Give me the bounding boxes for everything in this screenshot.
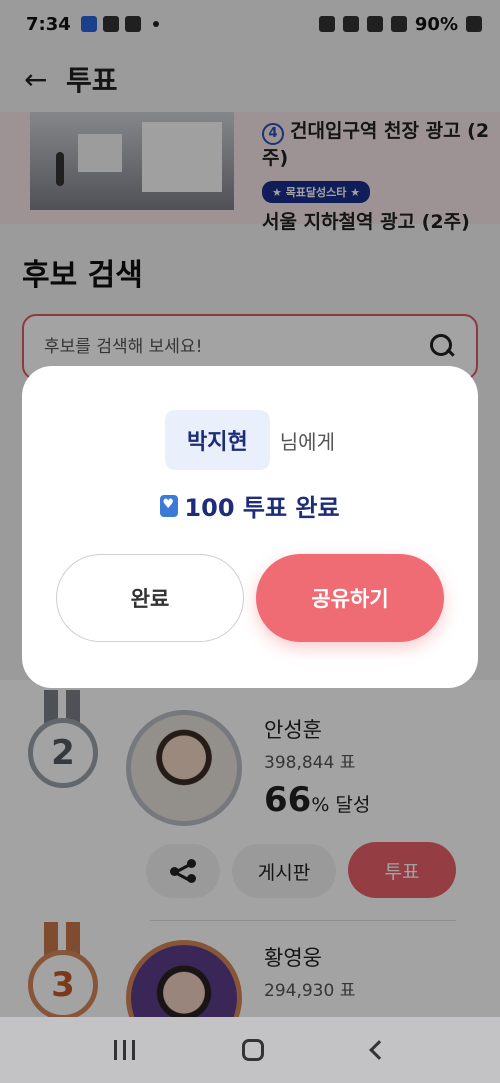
recipient-row: 박지현 님에게 xyxy=(22,410,478,470)
back-icon[interactable] xyxy=(369,1040,390,1060)
heart-ticket-icon xyxy=(160,494,179,517)
recipient-name: 박지현 xyxy=(165,410,270,470)
vote-result: 100 투표 완료 xyxy=(22,488,478,523)
home-icon[interactable] xyxy=(242,1039,265,1061)
done-button[interactable]: 완료 xyxy=(56,554,244,642)
vote-result-text: 100 투표 완료 xyxy=(184,494,340,522)
system-nav-bar xyxy=(0,1017,500,1083)
share-dialog-button[interactable]: 공유하기 xyxy=(256,554,444,642)
recents-icon[interactable] xyxy=(113,1040,135,1060)
recipient-suffix: 님에게 xyxy=(279,429,335,454)
vote-complete-dialog: 박지현 님에게 100 투표 완료 완료 공유하기 xyxy=(22,366,478,688)
